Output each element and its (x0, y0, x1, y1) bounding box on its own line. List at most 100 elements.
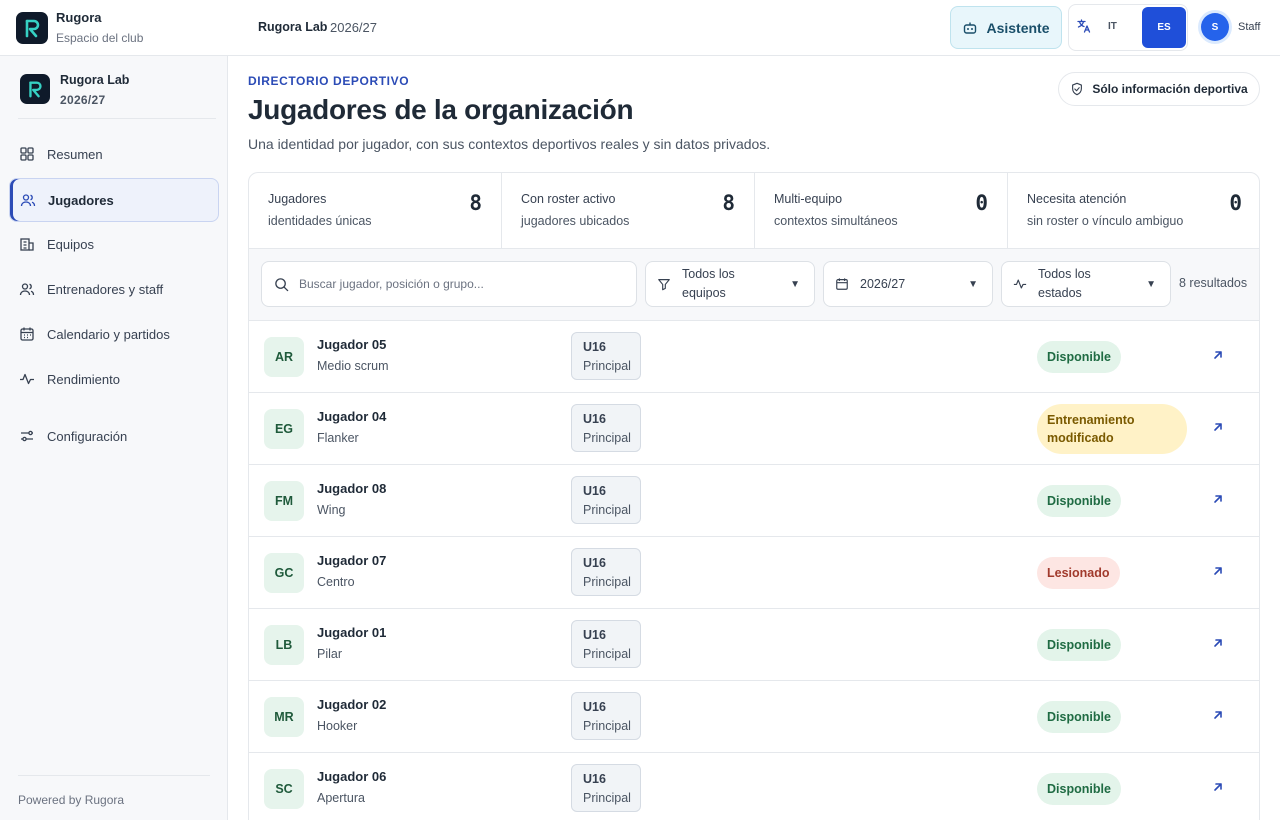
status-badge: Disponible (1037, 701, 1121, 733)
open-arrow-icon[interactable] (1211, 780, 1225, 794)
player-row[interactable]: LB Jugador 01 Pilar U16 Principal Disponi… (249, 609, 1259, 681)
player-avatar: FM (264, 481, 304, 521)
team-code: U16 (583, 484, 606, 498)
status-filter-select[interactable]: Todos los estados ▼ (1001, 261, 1171, 307)
team-code: U16 (583, 556, 606, 570)
search-input[interactable] (299, 277, 619, 291)
top-season: 2026/27 (330, 20, 377, 35)
filter-icon (658, 279, 670, 291)
team-tag: U16 Principal (571, 332, 641, 380)
sidebar-item-configuracion[interactable]: Configuración (9, 414, 219, 458)
player-position: Flanker (317, 431, 359, 445)
team-role: Principal (583, 647, 631, 661)
assistant-label: Asistente (986, 19, 1050, 36)
team-code: U16 (583, 412, 606, 426)
org-logo-icon (20, 74, 50, 104)
divider (18, 775, 210, 776)
chip-label: Sólo información deportiva (1092, 82, 1248, 96)
calendar-icon (20, 327, 34, 341)
status-filter-line1: Todos los (1038, 267, 1091, 281)
player-position: Medio scrum (317, 359, 389, 373)
chevron-down-icon: ▼ (790, 279, 800, 290)
sidebar-item-jugadores[interactable]: Jugadores (9, 178, 219, 222)
translate-icon[interactable] (1076, 18, 1092, 39)
sidebar-item-resumen[interactable]: Resumen (9, 132, 219, 176)
team-code: U16 (583, 628, 606, 642)
results-count: 8 resultados (1179, 276, 1248, 290)
status-badge: Disponible (1037, 773, 1121, 805)
open-arrow-icon[interactable] (1211, 492, 1225, 506)
page-eyebrow: DIRECTORIO DEPORTIVO (248, 74, 410, 88)
player-avatar: EG (264, 409, 304, 449)
sidebar-item-equipos[interactable]: Equipos (9, 222, 219, 266)
player-avatar: MR (264, 697, 304, 737)
assistant-button[interactable]: Asistente (950, 6, 1062, 49)
sidebar-item-staff[interactable]: Entrenadores y staff (9, 267, 219, 311)
lang-it-button[interactable]: IT (1108, 21, 1117, 32)
rugora-logo-icon[interactable] (16, 12, 48, 44)
user-avatar[interactable]: S (1201, 13, 1229, 41)
sidebar-item-calendario[interactable]: Calendario y partidos (9, 312, 219, 356)
stat-value: 8 (722, 191, 735, 215)
player-name[interactable]: Jugador 01 (317, 625, 386, 640)
player-avatar: LB (264, 625, 304, 665)
stat-sub: sin roster o vínculo ambiguo (1027, 214, 1184, 228)
page-title: Jugadores de la organización (248, 94, 634, 125)
team-filter-label: Todos los equipos (682, 265, 735, 303)
player-row[interactable]: GC Jugador 07 Centro U16 Principal Lesion… (249, 537, 1259, 609)
team-role: Principal (583, 503, 631, 517)
player-name[interactable]: Jugador 02 (317, 697, 386, 712)
search-box[interactable] (261, 261, 637, 307)
player-name[interactable]: Jugador 08 (317, 481, 386, 496)
player-name[interactable]: Jugador 04 (317, 409, 386, 424)
team-filter-select[interactable]: Todos los equipos ▼ (645, 261, 815, 307)
sidebar-item-label: Entrenadores y staff (47, 281, 164, 297)
stat-label: Multi-equipo (774, 192, 843, 206)
player-row[interactable]: MR Jugador 02 Hooker U16 Principal Dispon… (249, 681, 1259, 753)
season-filter-select[interactable]: 2026/27 ▼ (823, 261, 993, 307)
sidebar: Rugora Lab 2026/27 Resumen Jugadores Equ… (0, 56, 228, 820)
status-filter-line2: estados (1038, 286, 1082, 300)
stat-label: Con roster activo (521, 192, 616, 206)
player-name[interactable]: Jugador 05 (317, 337, 386, 352)
grid-icon (20, 147, 34, 161)
team-tag: U16 Principal (571, 476, 641, 524)
season-filter-label: 2026/27 (860, 277, 906, 291)
team-role: Principal (583, 791, 631, 805)
open-arrow-icon[interactable] (1211, 348, 1225, 362)
activity-icon (20, 373, 34, 385)
players-panel: Jugadores identidades únicas 8 Con roste… (248, 172, 1260, 820)
shield-check-icon (1072, 82, 1083, 96)
sidebar-footer: Powered by Rugora (18, 793, 125, 807)
building-icon (20, 238, 34, 251)
team-role: Principal (583, 359, 631, 373)
team-filter-line2: equipos (682, 286, 726, 300)
open-arrow-icon[interactable] (1211, 708, 1225, 722)
sidebar-item-rendimiento[interactable]: Rendimiento (9, 357, 219, 401)
open-arrow-icon[interactable] (1211, 564, 1225, 578)
chevron-down-icon: ▼ (1146, 279, 1156, 290)
lang-es-button[interactable]: ES (1142, 7, 1186, 48)
status-badge: Disponible (1037, 485, 1121, 517)
team-role: Principal (583, 575, 631, 589)
player-row[interactable]: FM Jugador 08 Wing U16 Principal Disponib… (249, 465, 1259, 537)
open-arrow-icon[interactable] (1211, 636, 1225, 650)
player-row[interactable]: AR Jugador 05 Medio scrum U16 Principal D… (249, 321, 1259, 393)
open-arrow-icon[interactable] (1211, 420, 1225, 434)
stat-sub: identidades únicas (268, 214, 372, 228)
player-name[interactable]: Jugador 06 (317, 769, 386, 784)
player-row[interactable]: SC Jugador 06 Apertura U16 Principal Disp… (249, 753, 1259, 820)
sidebar-item-label: Calendario y partidos (47, 326, 170, 342)
player-row[interactable]: EG Jugador 04 Flanker U16 Principal Entre… (249, 393, 1259, 465)
status-badge: Disponible (1037, 341, 1121, 373)
team-tag: U16 Principal (571, 404, 641, 452)
stats-row: Jugadores identidades únicas 8 Con roste… (249, 173, 1259, 249)
activity-icon (1013, 279, 1027, 289)
user-name[interactable]: Staff (1238, 21, 1260, 33)
team-tag: U16 Principal (571, 548, 641, 596)
status-badge: Lesionado (1037, 557, 1120, 589)
sidebar-item-label: Rendimiento (47, 371, 120, 387)
player-name[interactable]: Jugador 07 (317, 553, 386, 568)
divider (18, 118, 216, 119)
stat-card: Jugadores identidades únicas 8 (249, 173, 502, 249)
